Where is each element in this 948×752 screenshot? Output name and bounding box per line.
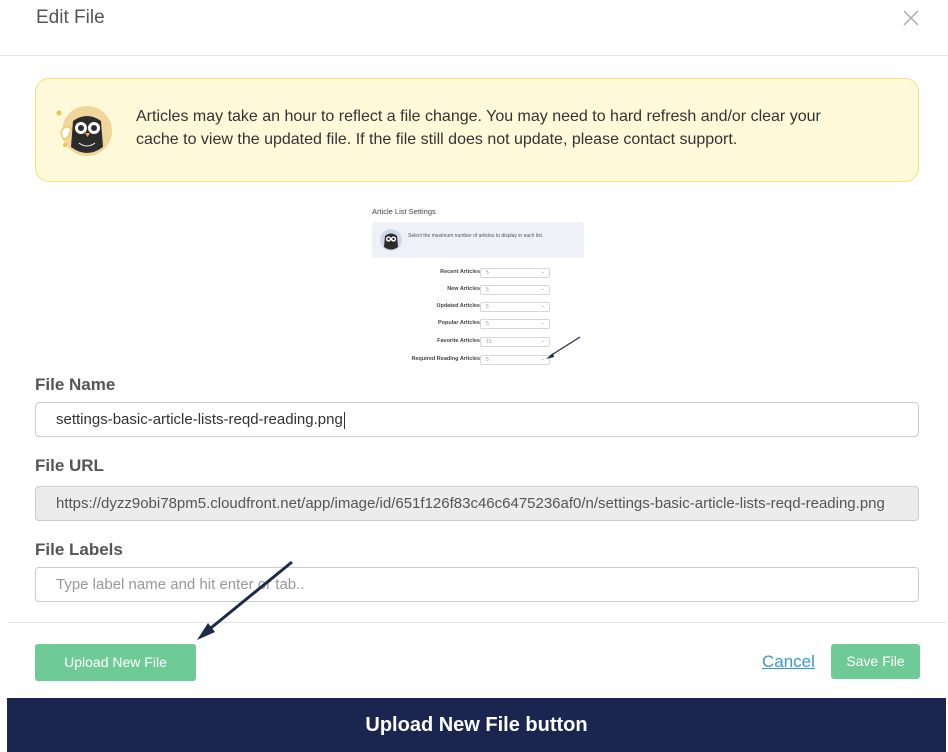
file-name-label: File Name xyxy=(35,375,116,394)
cancel-link[interactable]: Cancel xyxy=(762,652,815,672)
preview-arrow-icon xyxy=(546,336,581,359)
info-alert: Articles may take an hour to reflect a f… xyxy=(35,78,919,182)
modal-header: Edit File xyxy=(0,0,948,56)
caption-text: Upload New File button xyxy=(365,714,588,736)
close-icon[interactable] xyxy=(901,8,921,28)
save-file-button[interactable]: Save File xyxy=(831,644,920,679)
file-url-label: File URL xyxy=(35,456,104,475)
file-url-field[interactable]: https://dyzz9obi78pm5.cloudfront.net/app… xyxy=(35,486,919,521)
file-name-input[interactable]: settings-basic-article-lists-reqd-readin… xyxy=(35,402,919,437)
file-labels-placeholder: Type label name and hit enter or tab.. xyxy=(56,576,305,593)
text-cursor xyxy=(343,411,345,429)
file-labels-input[interactable]: Type label name and hit enter or tab.. xyxy=(35,567,919,602)
owl-mascot-icon xyxy=(51,103,117,159)
upload-new-file-button[interactable]: Upload New File xyxy=(35,644,196,681)
file-preview-image: Article List Settings Select the maximum… xyxy=(370,204,584,372)
file-labels-label: File Labels xyxy=(35,540,123,559)
footer-divider xyxy=(8,622,946,623)
caption-banner: Upload New File button xyxy=(7,698,946,752)
file-name-value: settings-basic-article-lists-reqd-readin… xyxy=(56,411,343,428)
alert-message: Articles may take an hour to reflect a f… xyxy=(136,108,821,148)
modal-title: Edit File xyxy=(36,7,105,28)
file-url-value: https://dyzz9obi78pm5.cloudfront.net/app… xyxy=(56,495,885,512)
